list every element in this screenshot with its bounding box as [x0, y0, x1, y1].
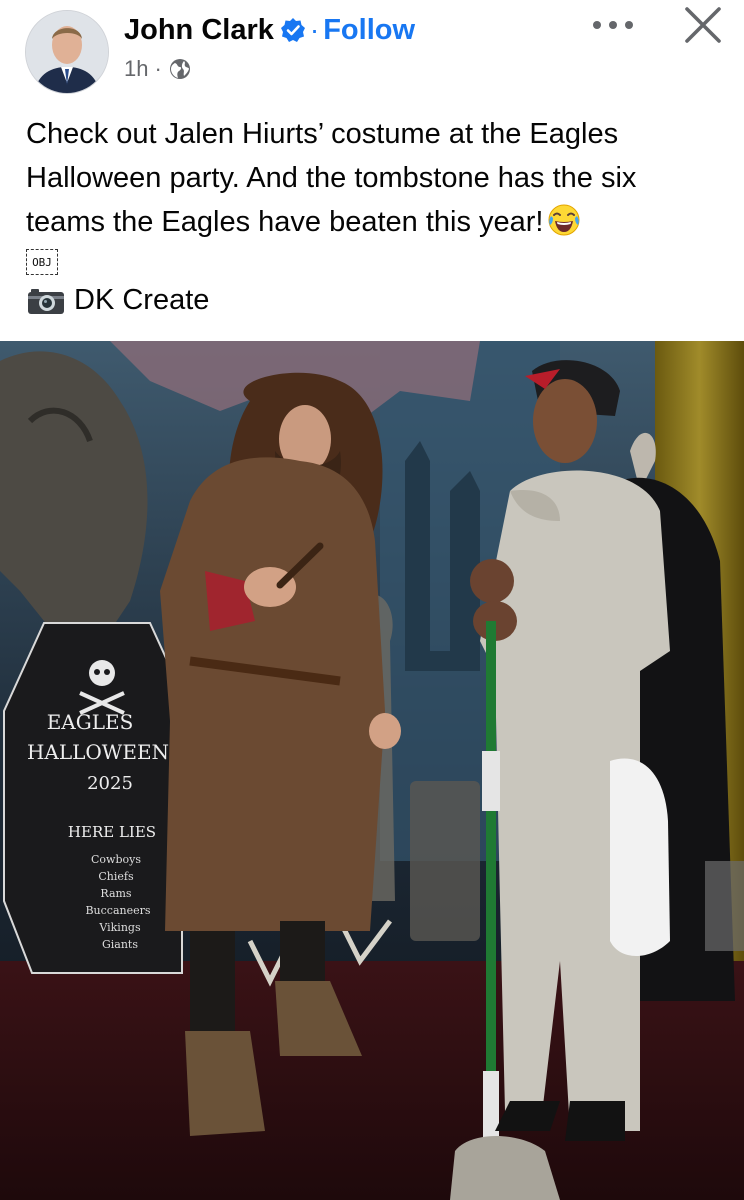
lantern-decoration	[705, 861, 744, 951]
tombstone-team-3: Rams	[100, 887, 132, 900]
post-time[interactable]: 1h	[124, 56, 148, 82]
photo-credit: DK Create	[26, 284, 209, 317]
tombstone-line2: HALLOWEEN	[27, 740, 169, 764]
tombstone-team-1: Cowboys	[91, 853, 141, 866]
avatar[interactable]	[25, 10, 109, 94]
more-options-icon[interactable]	[588, 8, 638, 42]
towel	[610, 758, 670, 956]
author-name[interactable]: John Clark	[124, 14, 274, 47]
post-header: John Clark · Follow 1h ·	[0, 0, 744, 100]
meta-separator: ·	[154, 56, 162, 81]
tombstone-line1: EAGLES	[47, 710, 134, 734]
globe-icon	[169, 59, 190, 79]
close-icon[interactable]	[682, 4, 724, 46]
follow-button[interactable]: Follow	[323, 14, 415, 47]
tombstone-team-5: Vikings	[98, 921, 141, 934]
tombstone-team-2: Chiefs	[98, 870, 134, 883]
post-body: Check out Jalen Hiurts’ costume at the E…	[26, 118, 637, 238]
author-row: John Clark · Follow	[124, 10, 415, 50]
object-placeholder: OBJ	[26, 249, 58, 275]
tombstone: EAGLES HALLOWEEN 2025 HERE LIES Cowboys …	[3, 622, 183, 974]
post-text: Check out Jalen Hiurts’ costume at the E…	[26, 112, 716, 244]
tombstone-year: 2025	[87, 773, 133, 794]
post-meta: 1h ·	[124, 56, 192, 82]
follow-separator: ·	[309, 14, 320, 45]
camera-icon	[28, 288, 64, 314]
mop-handle	[486, 621, 496, 1141]
post-photo[interactable]: EAGLES HALLOWEEN 2025 HERE LIES Cowboys …	[0, 341, 744, 1200]
tombstone-team-4: Buccaneers	[85, 904, 150, 917]
verified-badge-icon	[280, 18, 305, 42]
laughing-emoji-icon	[548, 204, 580, 236]
credit-text: DK Create	[74, 284, 210, 316]
avatar-image	[26, 11, 108, 93]
tombstone-team-6: Giants	[102, 938, 138, 951]
tombstone-here-lies: HERE LIES	[68, 823, 156, 841]
